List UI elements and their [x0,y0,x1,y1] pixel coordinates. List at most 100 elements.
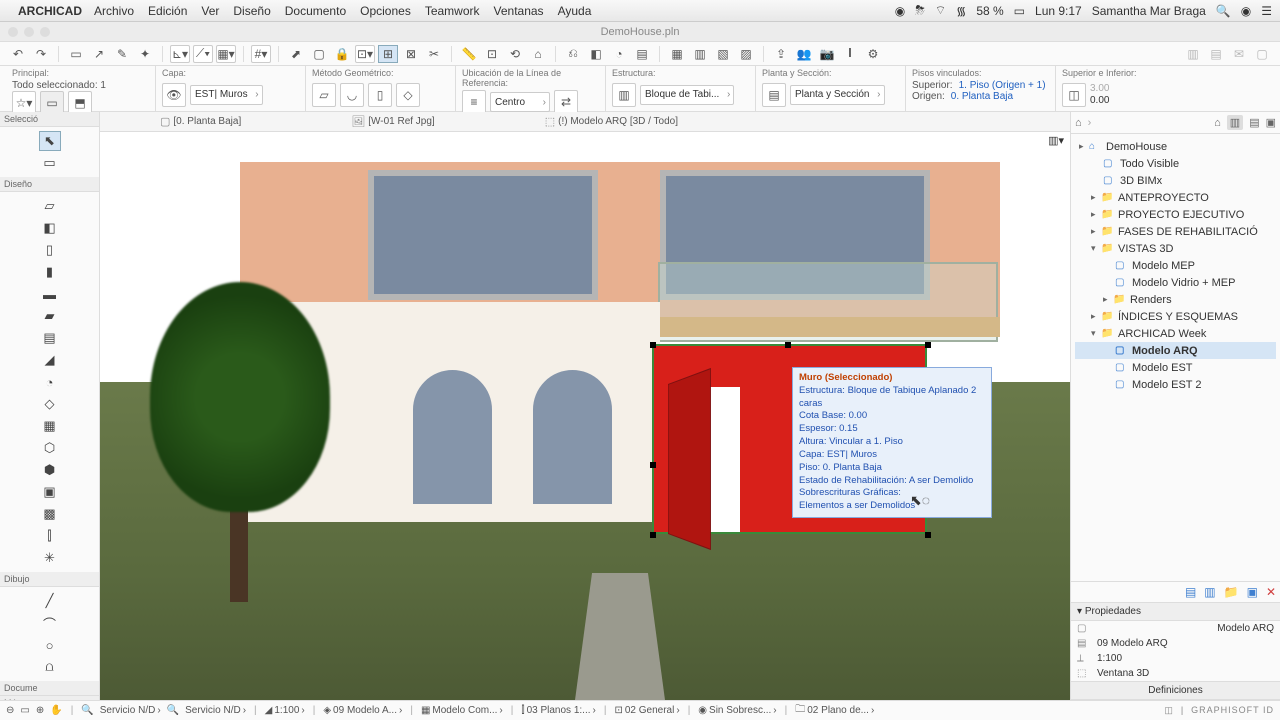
nav-item[interactable]: ▢Modelo MEP [1075,257,1276,274]
graphisoft-id-button[interactable]: ◫ | GRAPHISOFT ID [1164,705,1274,715]
status-model[interactable]: ▦ Modelo Com... › [421,705,503,716]
menu-ver[interactable]: Ver [201,4,219,18]
prop-new-button[interactable]: ▥ [1204,585,1215,599]
siri-icon[interactable]: ◉ [1241,4,1251,18]
roof-tool[interactable]: ◢ [39,350,61,370]
user-name[interactable]: Samantha Mar Braga [1092,4,1206,18]
undo-button[interactable]: ↶ [8,45,28,63]
struct-button[interactable]: ▥ [612,83,636,107]
top-value[interactable]: 3.00 [1090,83,1109,94]
geo-straight-button[interactable]: ▱ [312,83,336,107]
section-button[interactable]: ⎌ [563,45,583,63]
origen-value[interactable]: 0. Planta Baja [951,91,1013,102]
status-pens[interactable]: ⫿ 03 Planos 1:... › [521,705,595,716]
share-button[interactable]: ⇪ [771,45,791,63]
menu-edicion[interactable]: Edición [148,4,187,18]
wall-tool[interactable]: ▱ [39,196,61,216]
orbit-button[interactable]: ⟲ [505,45,525,63]
layout-4-button[interactable]: ▨ [736,45,756,63]
menu-opciones[interactable]: Opciones [360,4,411,18]
zoom-in-button[interactable]: ⊕ [36,705,44,716]
planta-icon-button[interactable]: ▤ [762,83,786,107]
eyedropper-button[interactable]: ✎ [112,45,132,63]
pan-button[interactable]: ✋ [50,705,62,716]
morph-tool[interactable]: ⬡ [39,438,61,458]
definitions-button[interactable]: Definiciones [1071,681,1280,700]
surface-snap-button[interactable]: ⊞ [378,45,398,63]
stair-tool[interactable]: ▤ [39,328,61,348]
prop-scale[interactable]: 1:100 [1097,653,1122,664]
grid-button[interactable]: #▾ [251,45,271,63]
menu-ventanas[interactable]: Ventanas [494,4,544,18]
lamp-tool[interactable]: ✳ [39,548,61,568]
skylight-tool[interactable]: ◇ [39,394,61,414]
pick-button[interactable]: ↗ [89,45,109,63]
geo-trapezoid-button[interactable]: ▯ [368,83,392,107]
slab-tool[interactable]: ▰ [39,306,61,326]
nav-folder[interactable]: ▸📁ÍNDICES Y ESQUEMAS [1075,308,1276,325]
layer-dropdown[interactable]: EST| Muros [190,85,263,105]
spotlight-icon[interactable]: 🔍 [1216,4,1231,18]
status-reno[interactable]: ⊡ 02 General › [614,705,679,716]
elevation-button[interactable]: ◧ [586,45,606,63]
prev-zoom-button[interactable]: 🔍 [81,705,93,716]
menu-documento[interactable]: Documento [285,4,346,18]
gravity-button[interactable]: ⊠ [401,45,421,63]
prop-view-name[interactable]: Modelo ARQ [1217,623,1274,634]
snap-button[interactable]: ⊡▾ [355,45,375,63]
line-tool[interactable]: ╱ [39,591,61,611]
next-zoom-button[interactable]: 🔍 [167,705,179,716]
messages-button[interactable]: ✉ [1229,45,1249,63]
struct-dropdown[interactable]: Bloque de Tabi... [640,85,734,105]
planta-dropdown[interactable]: Planta y Sección [790,85,885,105]
zoom-out-button[interactable]: ⊖ [6,705,14,716]
teamwork-button[interactable]: 👥 [794,45,814,63]
lock-button[interactable]: 🔒 [332,45,352,63]
guide-1-button[interactable]: ⊾▾ [170,45,190,63]
layout-3-button[interactable]: ▧ [713,45,733,63]
prop-window[interactable]: Ventana 3D [1097,668,1149,679]
magic-wand-button[interactable]: ✦ [135,45,155,63]
nav-item[interactable]: ▢Modelo EST [1075,359,1276,376]
prop-delete-button[interactable]: ✕ [1266,585,1276,599]
app-name[interactable]: ARCHICAD [18,4,82,18]
layout-1-button[interactable]: ▦ [667,45,687,63]
mesh-tool[interactable]: ▩ [39,504,61,524]
find-button[interactable]: ⚙ [863,45,883,63]
reserve-button[interactable]: ▥ [1183,45,1203,63]
nav-item-selected[interactable]: ▢Modelo ARQ [1075,342,1276,359]
arrow-tool-button[interactable]: ⬈ [286,45,306,63]
tab-planta-baja[interactable]: ▢[0. Planta Baja] [160,115,241,128]
geo-curved-button[interactable]: ◡ [340,83,364,107]
prop-folder-button[interactable]: 📁 [1224,585,1239,599]
railing-tool[interactable]: ⫿ [39,526,61,546]
superior-value[interactable]: 1. Piso (Origen + 1) [959,80,1046,91]
clock[interactable]: Lun 9:17 [1035,4,1082,18]
text-button[interactable]: 𝐈 [840,45,860,63]
status-dim[interactable]: 🗀 02 Plano de... › [795,702,874,719]
3d-viewport[interactable]: Muro (Seleccionado) Estructura: Bloque d… [100,132,1070,700]
menu-extras-icon[interactable]: ☰ [1261,4,1272,18]
refline-dropdown[interactable]: Centro [490,92,550,112]
layout-2-button[interactable]: ▥ [690,45,710,63]
view-options-button[interactable]: ▥▾ [1048,134,1064,147]
nav-root[interactable]: ▸⌂DemoHouse [1075,138,1276,155]
nav-item[interactable]: ▢3D BIMx [1075,172,1276,189]
nav-folder[interactable]: ▸📁PROYECTO EJECUTIVO [1075,206,1276,223]
fit-button[interactable]: ⊡ [482,45,502,63]
traffic-lights[interactable] [8,27,50,37]
prop-save-button[interactable]: ▤ [1185,585,1196,599]
guide-2-button[interactable]: ⟋▾ [193,45,213,63]
refline-icon-button[interactable]: ≡ [462,90,486,114]
status-override[interactable]: ◉ Sin Sobresc... › [698,705,776,716]
layer-vis-button[interactable]: 👁 [162,83,186,107]
status-scale[interactable]: ◢ 1:100 › [265,705,305,716]
polyline-tool[interactable]: ⩍ [39,657,61,677]
status-service-2[interactable]: Servicio N/D › [185,705,246,716]
profile-button[interactable]: ◫ [1062,83,1086,107]
prop-name[interactable]: 09 Modelo ARQ [1097,638,1168,649]
window-tool[interactable]: ▯ [39,240,61,260]
nav-project-button[interactable]: ⌂ [1214,117,1221,129]
nav-folder[interactable]: ▾📁VISTAS 3D [1075,240,1276,257]
nav-folder[interactable]: ▸📁FASES DE REHABILITACIÓ [1075,223,1276,240]
